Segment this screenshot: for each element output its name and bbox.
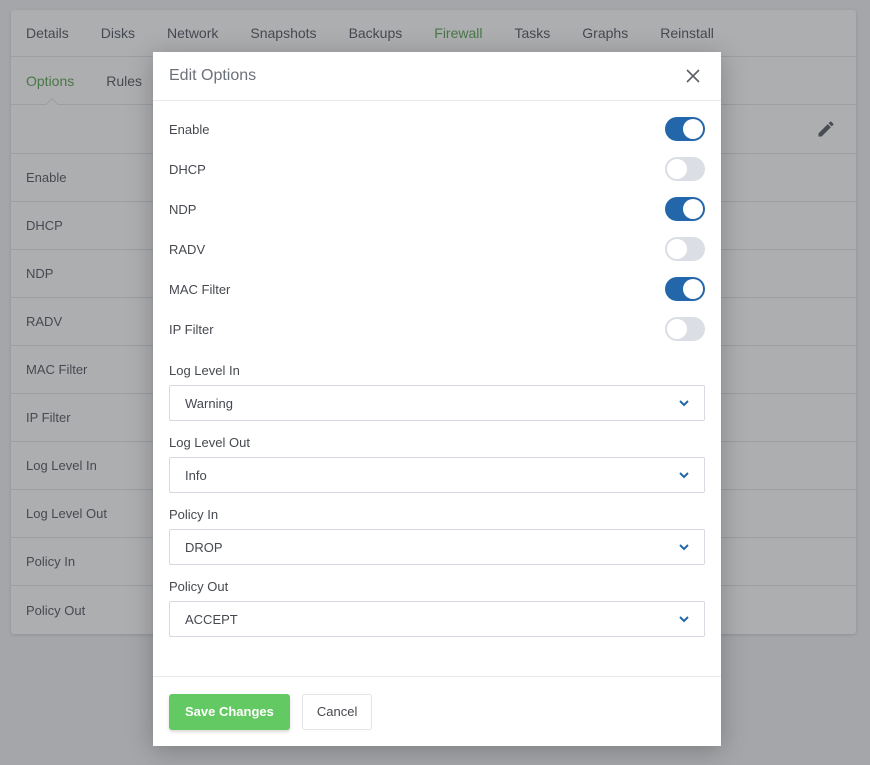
radv-toggle[interactable] bbox=[665, 237, 705, 261]
chevron-down-icon bbox=[679, 400, 689, 407]
toggle-knob bbox=[683, 119, 703, 139]
field-label: Log Level In bbox=[169, 363, 240, 378]
field-policy-out: Policy Out ACCEPT bbox=[169, 579, 705, 637]
save-changes-button[interactable]: Save Changes bbox=[169, 693, 290, 730]
toggle-label: RADV bbox=[169, 241, 206, 257]
toggle-knob bbox=[683, 199, 703, 219]
close-button[interactable] bbox=[681, 64, 705, 88]
toggle-row-mac-filter: MAC Filter bbox=[169, 269, 705, 309]
select-value: Warning bbox=[185, 395, 233, 411]
log-level-out-select[interactable]: Info bbox=[169, 457, 705, 493]
toggle-knob bbox=[667, 319, 687, 339]
chevron-down-icon bbox=[679, 472, 689, 479]
toggle-knob bbox=[667, 159, 687, 179]
toggle-label: NDP bbox=[169, 201, 197, 217]
field-policy-in: Policy In DROP bbox=[169, 507, 705, 565]
chevron-down-icon bbox=[679, 616, 689, 623]
toggle-row-ndp: NDP bbox=[169, 189, 705, 229]
select-value: Info bbox=[185, 467, 207, 483]
close-icon bbox=[686, 69, 700, 83]
chevron-down-icon bbox=[679, 544, 689, 551]
field-log-level-in: Log Level In Warning bbox=[169, 363, 705, 421]
policy-in-select[interactable]: DROP bbox=[169, 529, 705, 565]
log-level-in-select[interactable]: Warning bbox=[169, 385, 705, 421]
modal-body: Enable DHCP NDP RADV MAC Filter IP Filte… bbox=[153, 101, 721, 637]
select-value: DROP bbox=[185, 539, 223, 555]
toggle-label: Enable bbox=[169, 121, 210, 137]
modal-header: Edit Options bbox=[153, 52, 721, 101]
cancel-button[interactable]: Cancel bbox=[301, 693, 373, 730]
toggle-knob bbox=[683, 279, 703, 299]
ndp-toggle[interactable] bbox=[665, 197, 705, 221]
edit-options-modal: Edit Options Enable DHCP NDP RADV MAC Fi… bbox=[153, 52, 721, 746]
modal-footer: Save Changes Cancel bbox=[153, 676, 721, 746]
enable-toggle[interactable] bbox=[665, 117, 705, 141]
policy-out-select[interactable]: ACCEPT bbox=[169, 601, 705, 637]
toggle-knob bbox=[667, 239, 687, 259]
toggle-label: DHCP bbox=[169, 161, 206, 177]
toggle-row-ip-filter: IP Filter bbox=[169, 309, 705, 349]
dhcp-toggle[interactable] bbox=[665, 157, 705, 181]
mac-filter-toggle[interactable] bbox=[665, 277, 705, 301]
select-value: ACCEPT bbox=[185, 611, 238, 627]
toggle-row-enable: Enable bbox=[169, 109, 705, 149]
field-label: Policy In bbox=[169, 507, 219, 522]
toggle-label: MAC Filter bbox=[169, 281, 231, 297]
toggle-label: IP Filter bbox=[169, 321, 214, 337]
toggle-row-dhcp: DHCP bbox=[169, 149, 705, 189]
toggle-row-radv: RADV bbox=[169, 229, 705, 269]
modal-title: Edit Options bbox=[169, 67, 257, 84]
field-log-level-out: Log Level Out Info bbox=[169, 435, 705, 493]
field-label: Policy Out bbox=[169, 579, 229, 594]
field-label: Log Level Out bbox=[169, 435, 250, 450]
ip-filter-toggle[interactable] bbox=[665, 317, 705, 341]
